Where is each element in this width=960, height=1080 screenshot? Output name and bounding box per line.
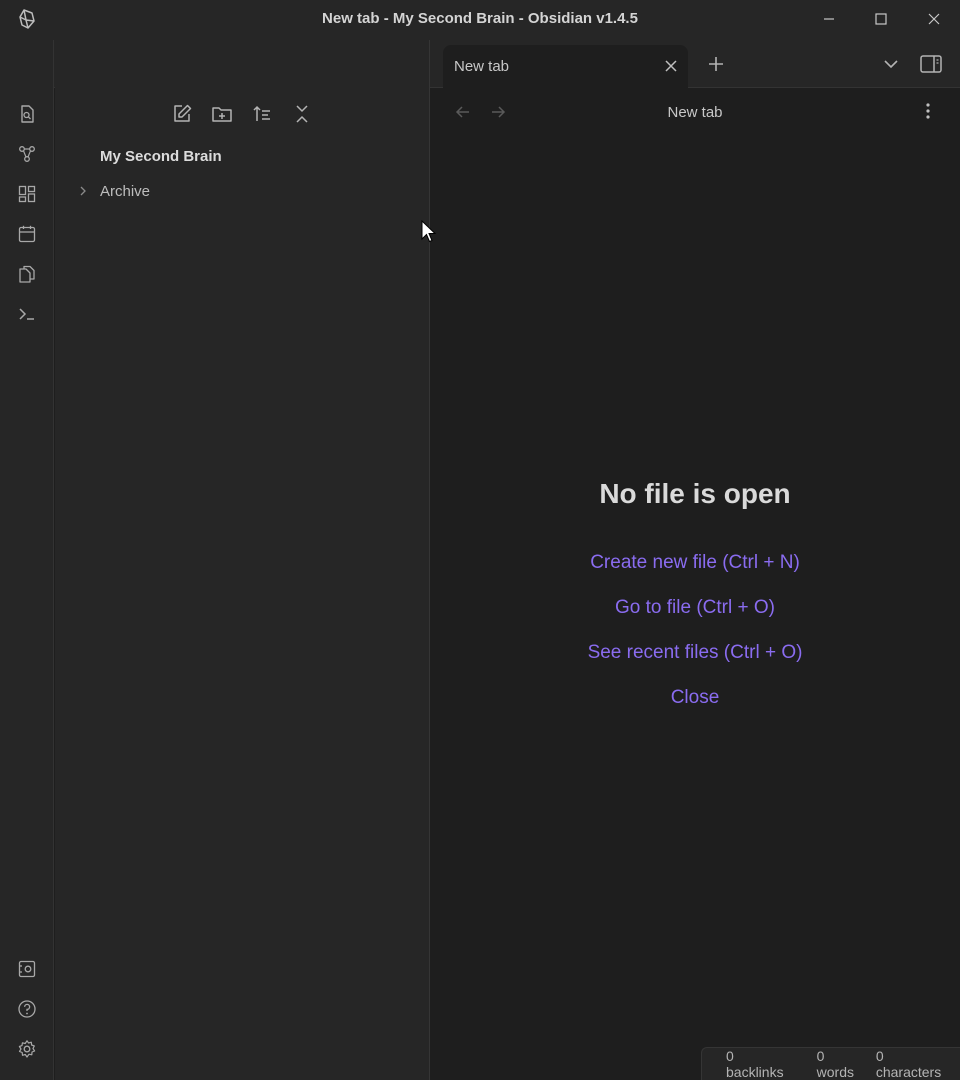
command-palette-icon[interactable] <box>13 300 41 328</box>
more-options-button[interactable] <box>916 99 940 123</box>
collapse-all-button[interactable] <box>287 100 317 128</box>
chevron-right-icon[interactable] <box>75 183 91 199</box>
main-pane: New tab No file is open Create new file … <box>430 88 960 1080</box>
create-new-file-link[interactable]: Create new file (Ctrl + N) <box>430 552 960 574</box>
toggle-right-sidebar-icon <box>919 54 943 74</box>
sort-icon <box>251 103 273 125</box>
vault-switcher-icon[interactable] <box>13 955 41 983</box>
go-to-file-link[interactable]: Go to file (Ctrl + O) <box>430 597 960 619</box>
folder-item-archive[interactable]: Archive <box>75 180 150 202</box>
new-folder-icon <box>211 104 233 124</box>
status-bar: 0 backlinks 0 words 0 characters <box>701 1047 960 1080</box>
collapse-all-icon <box>291 103 313 125</box>
more-vertical-icon <box>925 102 931 120</box>
open-quick-switcher-icon[interactable] <box>13 100 41 128</box>
templates-icon[interactable] <box>13 260 41 288</box>
new-folder-button[interactable] <box>207 100 237 128</box>
tab-new-tab[interactable]: New tab <box>443 45 688 88</box>
chevron-down-icon <box>882 55 900 73</box>
folder-label: Archive <box>100 182 151 200</box>
tab-list-button[interactable] <box>877 50 905 78</box>
character-count: 0 characters <box>875 1048 942 1080</box>
close-tab-icon[interactable] <box>660 55 682 77</box>
help-icon[interactable] <box>13 995 41 1023</box>
maximize-button[interactable] <box>867 6 895 32</box>
word-count: 0 words <box>816 1048 855 1080</box>
plus-icon <box>707 55 725 73</box>
title-bar: New tab - My Second Brain - Obsidian v1.… <box>0 0 960 40</box>
vault-name[interactable]: My Second Brain <box>100 148 222 165</box>
close-window-button[interactable] <box>920 6 948 32</box>
view-title: New tab <box>667 104 723 121</box>
graph-view-icon[interactable] <box>13 140 41 168</box>
tab-label: New tab <box>454 58 510 75</box>
file-explorer: My Second Brain Archive <box>55 40 430 1080</box>
canvas-icon[interactable] <box>13 180 41 208</box>
empty-state-title: No file is open <box>599 478 791 509</box>
sort-button[interactable] <box>247 100 277 128</box>
see-recent-files-link[interactable]: See recent files (Ctrl + O) <box>430 642 960 664</box>
settings-icon[interactable] <box>13 1035 41 1063</box>
daily-note-icon[interactable] <box>13 220 41 248</box>
new-tab-button[interactable] <box>702 50 730 78</box>
minimize-button[interactable] <box>815 6 843 32</box>
mouse-cursor-icon <box>421 220 437 244</box>
toggle-right-sidebar-button[interactable] <box>917 50 945 78</box>
new-note-icon <box>171 103 193 125</box>
ribbon <box>0 40 54 1080</box>
backlinks-count[interactable]: 0 backlinks <box>726 1048 793 1080</box>
new-note-button[interactable] <box>167 100 197 128</box>
close-link[interactable]: Close <box>430 687 960 709</box>
